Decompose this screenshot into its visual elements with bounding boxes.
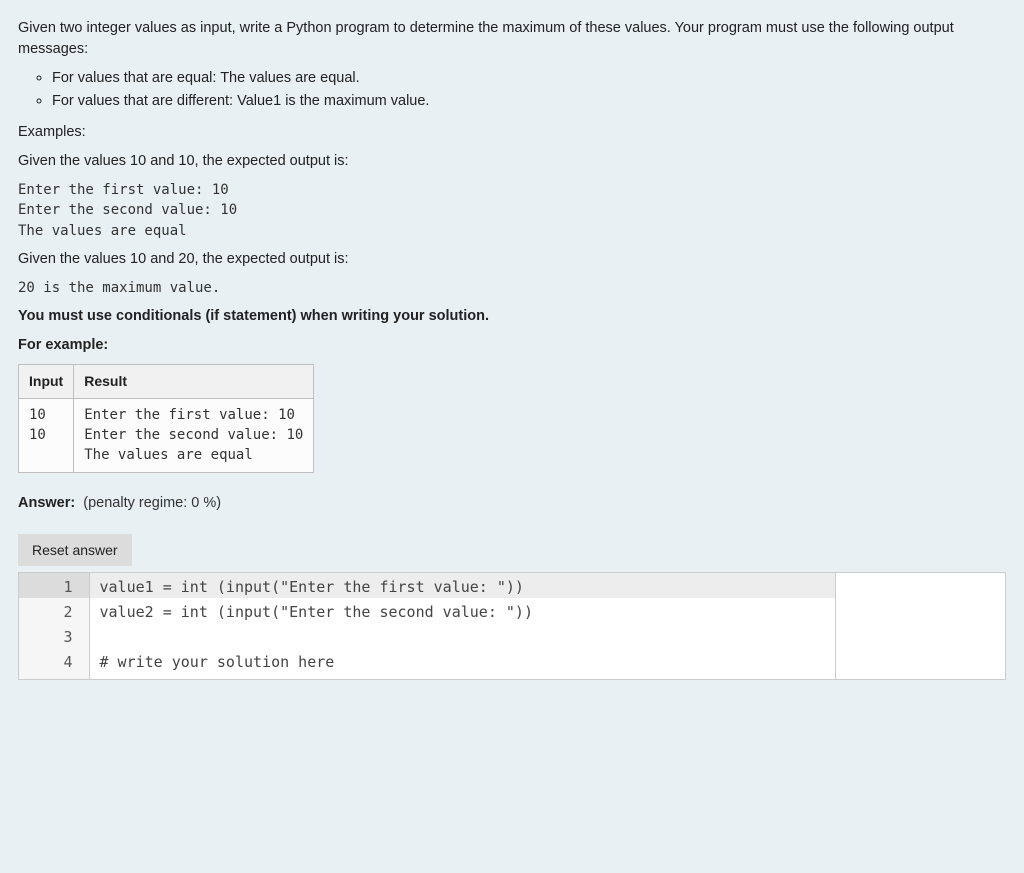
th-input: Input bbox=[19, 365, 74, 398]
bullet-different: For values that are different: Value1 is… bbox=[52, 91, 1006, 112]
code-line[interactable]: value1 = int (input("Enter the first val… bbox=[90, 573, 835, 598]
for-example-label: For example: bbox=[18, 335, 1006, 356]
code-line[interactable] bbox=[90, 623, 835, 648]
code-line[interactable]: # write your solution here bbox=[90, 648, 835, 673]
answer-row: Answer: (penalty regime: 0 %) bbox=[18, 493, 1006, 514]
code-line[interactable]: value2 = int (input("Enter the second va… bbox=[90, 598, 835, 623]
example2-intro: Given the values 10 and 20, the expected… bbox=[18, 249, 1006, 270]
answer-meta-value: (penalty regime: 0 %) bbox=[83, 495, 221, 511]
example1-intro: Given the values 10 and 10, the expected… bbox=[18, 151, 1006, 172]
examples-label: Examples: bbox=[18, 122, 1006, 143]
th-result: Result bbox=[74, 365, 314, 398]
line-number: 4 bbox=[19, 648, 89, 673]
bullet-equal: For values that are equal: The values ar… bbox=[52, 68, 1006, 89]
constraint-text: You must use conditionals (if statement)… bbox=[18, 306, 1006, 327]
example1-output: Enter the first value: 10 Enter the seco… bbox=[18, 180, 1006, 241]
example-table: Input Result 10 10 Enter the first value… bbox=[18, 364, 314, 472]
example2-output: 20 is the maximum value. bbox=[18, 278, 1006, 298]
table-row: 10 10 Enter the first value: 10 Enter th… bbox=[19, 398, 314, 472]
td-result: Enter the first value: 10 Enter the seco… bbox=[74, 398, 314, 472]
line-number: 2 bbox=[19, 598, 89, 623]
line-number: 3 bbox=[19, 623, 89, 648]
td-input: 10 10 bbox=[19, 398, 74, 472]
table-header-row: Input Result bbox=[19, 365, 314, 398]
prompt-intro: Given two integer values as input, write… bbox=[18, 18, 1006, 60]
line-number: 1 bbox=[19, 573, 89, 598]
reset-answer-button[interactable]: Reset answer bbox=[18, 534, 132, 566]
answer-label: Answer: bbox=[18, 495, 75, 511]
output-messages-list: For values that are equal: The values ar… bbox=[18, 68, 1006, 112]
code-editor[interactable]: 1 2 3 4 value1 = int (input("Enter the f… bbox=[18, 572, 1006, 680]
